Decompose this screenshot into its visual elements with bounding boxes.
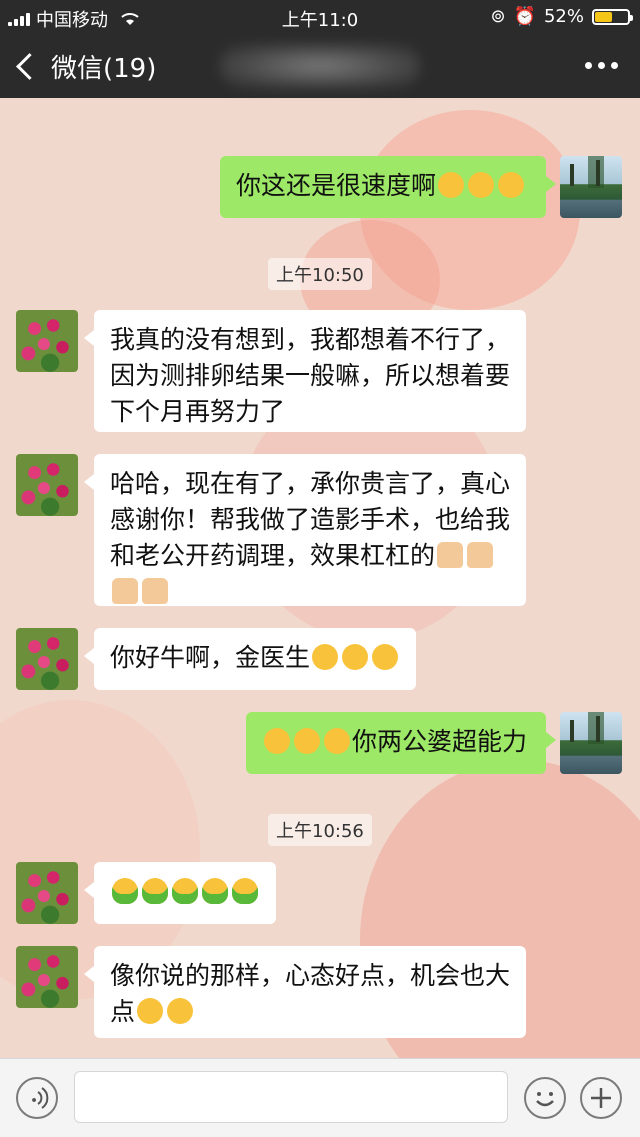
facepalm-emoji-icon [468,172,495,198]
chevron-left-icon [16,53,43,80]
kiss-emoji-icon [312,644,339,670]
message-bubble-incoming[interactable]: 我真的没有想到，我都想着不行了，因为测排卵结果一般嘛，所以想着要下个月再努力了 [84,310,526,432]
blurred-contact-name [220,44,420,88]
smile-emoji-icon [324,728,350,754]
my-avatar[interactable] [560,156,622,218]
green-figure-emoji-icon [142,878,168,904]
message-bubble-outgoing[interactable]: 你这还是很速度啊 [220,156,556,218]
green-figure-emoji-icon [232,878,258,904]
contact-avatar[interactable] [16,310,78,372]
status-bar: 中国移动 上午11:0 ⊚ ⏰ 52% [0,0,640,34]
alarm-icon: ⏰ [513,6,536,27]
green-figure-emoji-icon [202,878,228,904]
more-options-button[interactable] [585,62,618,69]
message-text: 你两公婆超能力 [352,727,528,756]
back-button[interactable]: 微信(19) [14,48,156,85]
message-list[interactable]: 你这还是很速度啊 上午10:50 我真的没有想到，我都想着不行了，因为测排卵结果… [0,98,640,1058]
contact-avatar[interactable] [16,862,78,924]
kiss-emoji-icon [372,644,399,670]
grin-emoji-icon [342,644,369,670]
green-figure-emoji-icon [112,878,138,904]
more-functions-button[interactable] [580,1077,622,1119]
facepalm-emoji-icon [498,172,525,198]
message-input[interactable] [74,1071,508,1123]
battery-fill [595,11,612,22]
voice-icon [32,1087,49,1109]
plus-icon [591,1088,611,1108]
smiley-icon [536,1092,554,1107]
contact-avatar[interactable] [16,628,78,690]
message-text: 我真的没有想到，我都想着不行了，因为测排卵结果一般嘛，所以想着要下个月再努力了 [110,325,511,426]
smile-emoji-icon [294,728,320,754]
my-avatar[interactable] [560,712,622,774]
input-bar [0,1058,640,1137]
voice-input-button[interactable] [16,1077,58,1119]
thumbs-up-emoji-icon [467,542,494,568]
message-timestamp: 上午10:50 [268,258,372,290]
status-right: ⊚ ⏰ 52% [490,6,633,27]
lock-rotation-icon: ⊚ [490,6,506,27]
green-figure-emoji-icon [172,878,198,904]
thumbs-up-emoji-icon [437,542,464,568]
message-text: 你这还是很速度啊 [236,171,437,200]
message-bubble-incoming[interactable]: 哈哈，现在有了，承你贵言了，真心感谢你！帮我做了造影手术，也给我和老公开药调理，… [84,454,526,606]
facepalm-emoji-icon [438,172,465,198]
thumbs-up-emoji-icon [112,578,138,604]
battery-percent: 52% [543,6,584,27]
chat-header: 微信(19) [0,34,640,98]
kiss-emoji-icon [167,998,194,1024]
smile-emoji-icon [264,728,290,754]
message-timestamp: 上午10:56 [268,814,372,846]
battery-icon [592,8,633,25]
contact-avatar[interactable] [16,946,78,1008]
emoji-button[interactable] [524,1077,566,1119]
message-bubble-incoming[interactable]: 像你说的那样，心态好点，机会也大点 [84,946,526,1038]
message-bubble-incoming[interactable]: 你好牛啊，金医生 [84,628,416,690]
back-label: 微信(19) [51,54,157,84]
message-bubble-incoming[interactable] [84,862,276,924]
message-bubble-outgoing[interactable]: 你两公婆超能力 [246,712,556,774]
contact-avatar[interactable] [16,454,78,516]
thumbs-up-emoji-icon [142,578,168,604]
kiss-emoji-icon [137,998,164,1024]
message-text: 你好牛啊，金医生 [110,643,311,672]
